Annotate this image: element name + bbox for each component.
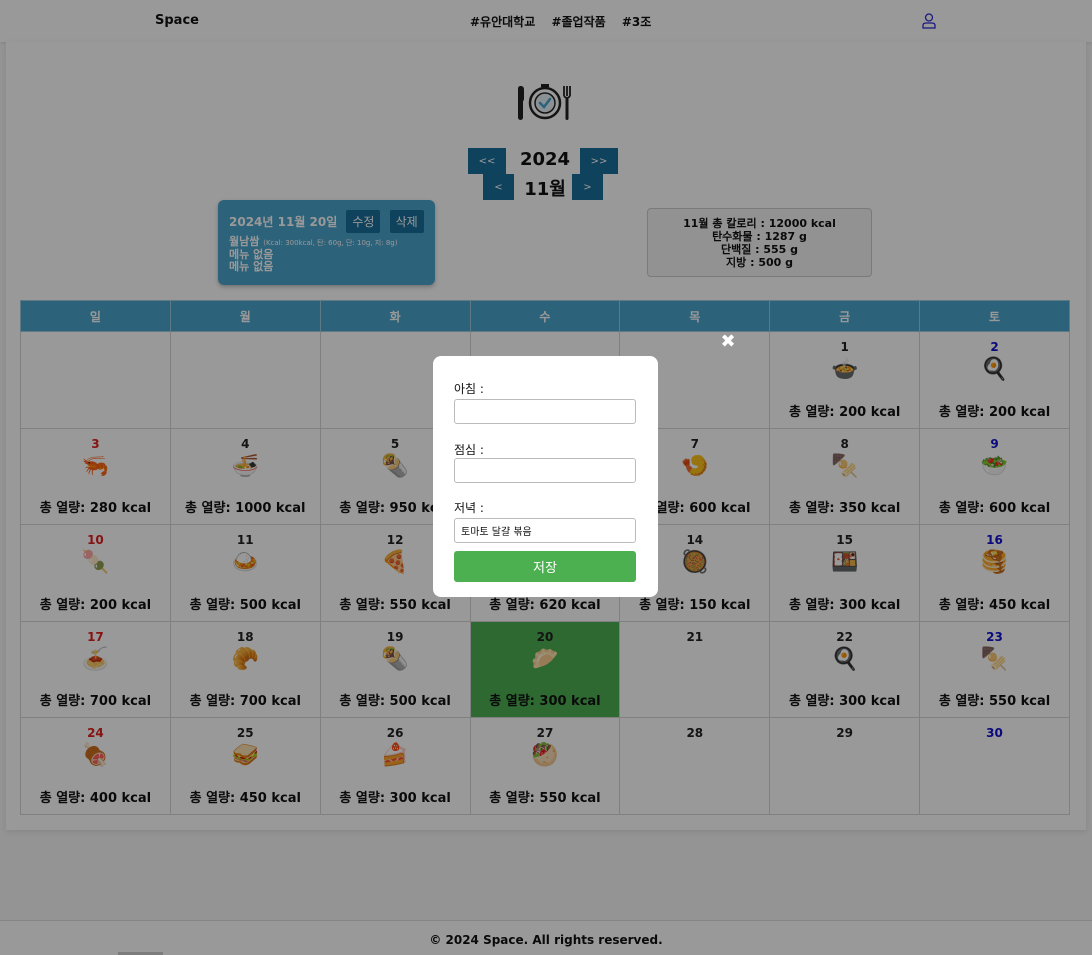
dinner-input[interactable] [454, 518, 636, 543]
breakfast-input[interactable] [454, 399, 636, 424]
lunch-label: 점심 : [454, 443, 484, 457]
breakfast-label: 아침 : [454, 382, 484, 396]
meal-edit-modal: 아침 : 점심 : 저녁 : 저장 [433, 356, 658, 597]
close-modal-icon[interactable]: ✖ [720, 333, 736, 351]
lunch-input[interactable] [454, 458, 636, 483]
dinner-label: 저녁 : [454, 501, 484, 515]
save-button[interactable]: 저장 [454, 551, 636, 582]
